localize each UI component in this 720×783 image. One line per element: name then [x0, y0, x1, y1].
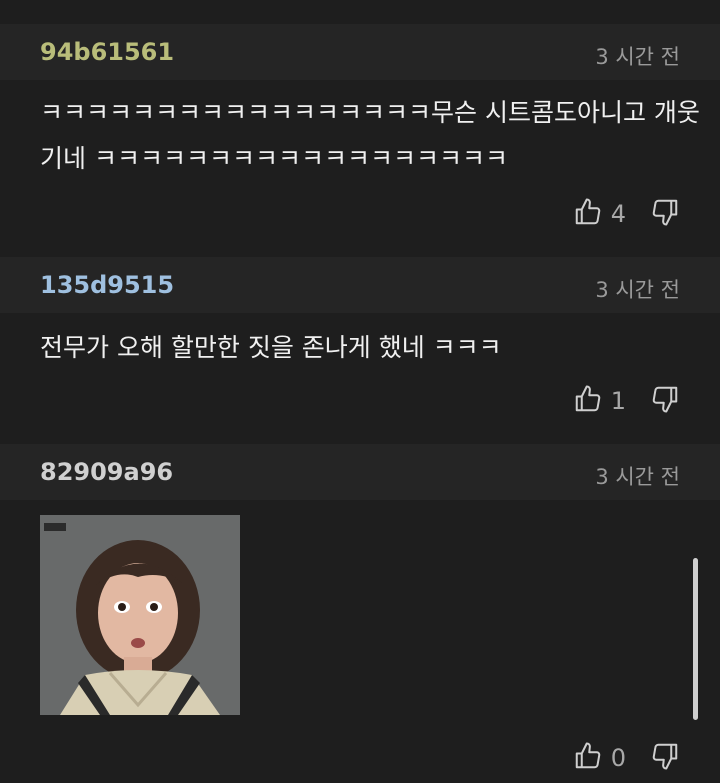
comment-1: 94b61561 3 시간 전 ㅋㅋㅋㅋㅋㅋㅋㅋㅋㅋㅋㅋㅋㅋㅋㅋㅋ무슨 시트콤도…: [0, 24, 720, 244]
comment-time: 3 시간 전: [595, 45, 680, 69]
like-button[interactable]: 0: [573, 738, 626, 778]
comment-author[interactable]: 82909a96: [40, 458, 173, 486]
comment-time: 3 시간 전: [595, 278, 680, 302]
comment-header: 94b61561 3 시간 전: [0, 24, 720, 80]
comment-author[interactable]: 135d9515: [40, 271, 174, 299]
thumbs-down-icon: [650, 741, 680, 775]
like-count: 0: [610, 744, 626, 772]
comment-actions: 4: [573, 194, 680, 234]
comment-image[interactable]: [40, 515, 240, 715]
comment-author[interactable]: 94b61561: [40, 38, 174, 66]
thumbs-down-icon: [650, 197, 680, 231]
like-button[interactable]: 1: [573, 381, 626, 421]
thumbs-up-icon: [573, 384, 603, 418]
dislike-button[interactable]: [650, 738, 680, 778]
like-count: 4: [610, 200, 626, 228]
comment-actions: 0: [573, 738, 680, 778]
dislike-button[interactable]: [650, 194, 680, 234]
comment-time: 3 시간 전: [595, 465, 680, 489]
comment-2: 135d9515 3 시간 전 전무가 오해 할만한 짓을 존나게 했네 ㅋㅋㅋ…: [0, 257, 720, 437]
comment-header: 82909a96 3 시간 전: [0, 444, 720, 500]
comment-text: 전무가 오해 할만한 짓을 존나게 했네 ㅋㅋㅋ: [40, 333, 502, 362]
comment-text: ㅋㅋㅋㅋㅋㅋㅋㅋㅋㅋㅋㅋㅋㅋㅋㅋㅋ무슨 시트콤도아니고 개웃기네 ㅋㅋㅋㅋㅋㅋㅋ…: [40, 98, 700, 173]
like-button[interactable]: 4: [573, 194, 626, 234]
comment-header: 135d9515 3 시간 전: [0, 257, 720, 313]
thumbs-down-icon: [650, 384, 680, 418]
scrollbar[interactable]: [693, 558, 698, 720]
thumbs-up-icon: [573, 741, 603, 775]
thumbs-up-icon: [573, 197, 603, 231]
like-count: 1: [610, 387, 626, 415]
comment-actions: 1: [573, 381, 680, 421]
dislike-button[interactable]: [650, 381, 680, 421]
